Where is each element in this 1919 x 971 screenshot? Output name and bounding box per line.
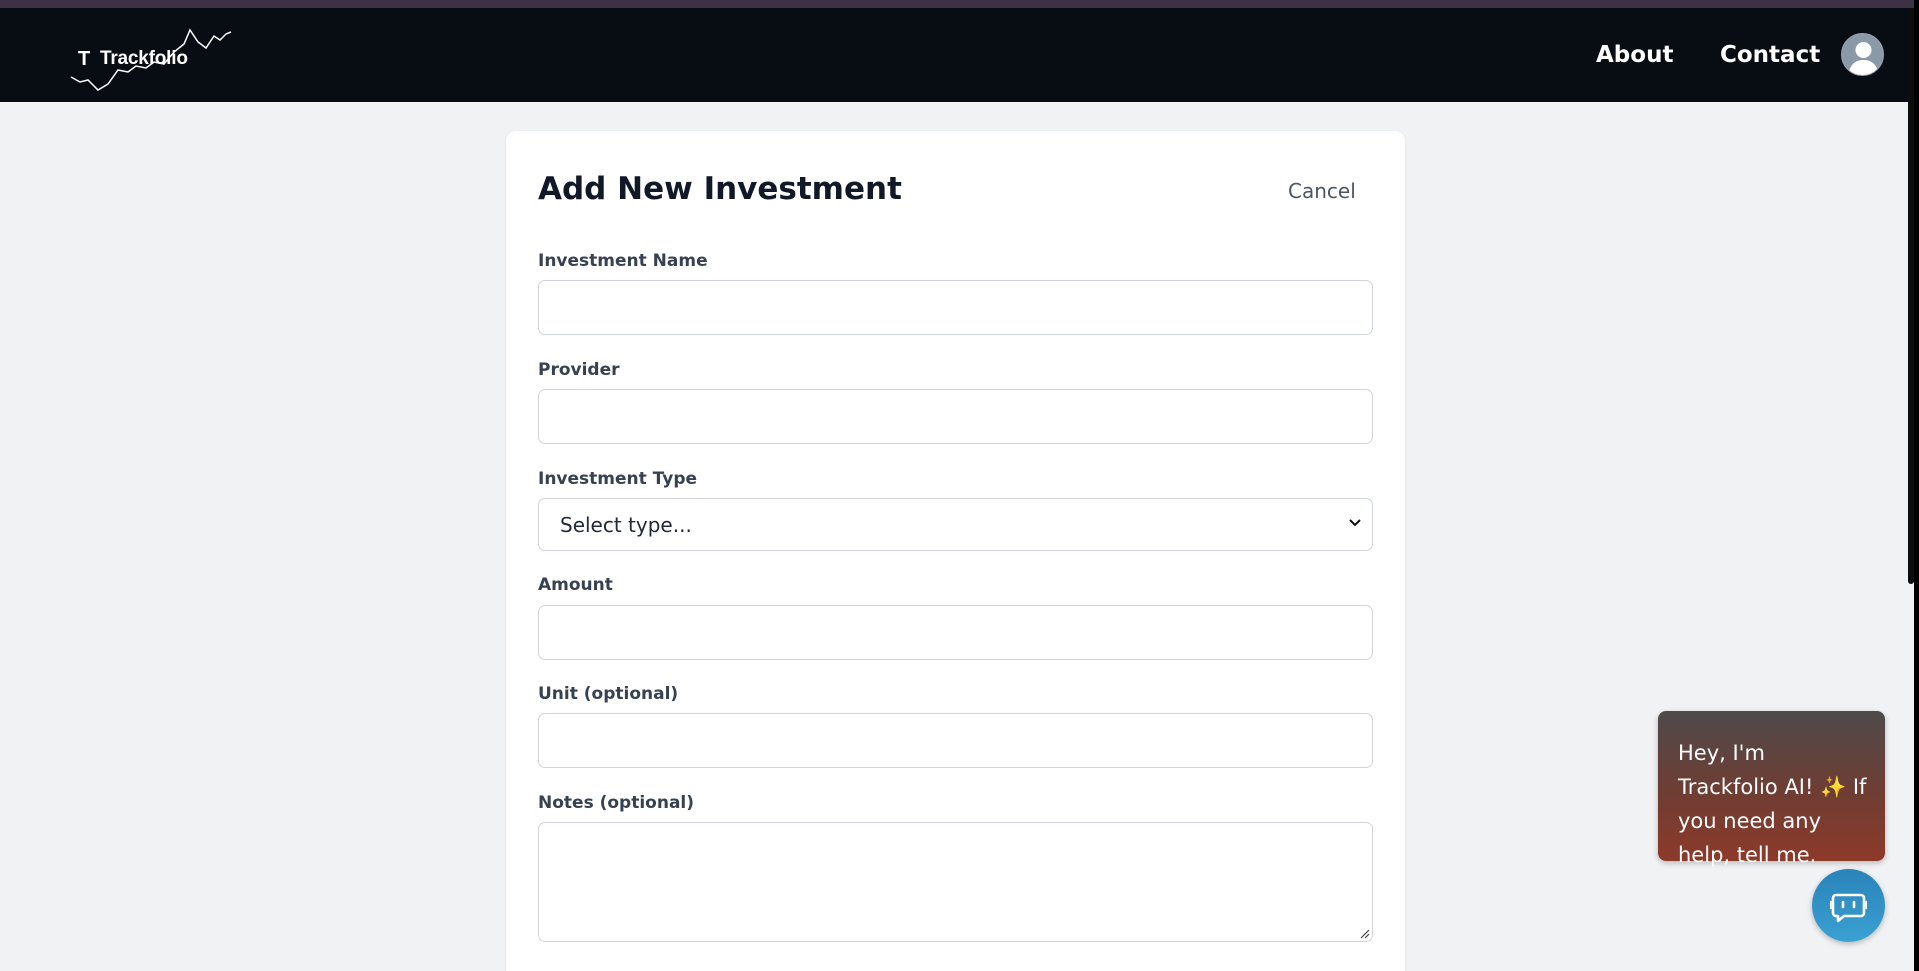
resize-grip-icon[interactable] xyxy=(1358,927,1370,939)
logo-mark: T xyxy=(78,48,91,70)
investment-name-input[interactable] xyxy=(538,280,1373,335)
investment-type-label: Investment Type xyxy=(538,469,698,489)
cancel-button[interactable]: Cancel xyxy=(1288,179,1356,203)
logo-text: Trackfolio xyxy=(100,48,188,69)
notes-textarea[interactable] xyxy=(538,822,1373,942)
user-avatar[interactable] xyxy=(1841,33,1884,76)
investment-name-label: Investment Name xyxy=(538,251,708,271)
robot-chat-icon xyxy=(1830,893,1867,923)
browser-top-strip xyxy=(0,0,1914,8)
amount-label: Amount xyxy=(538,575,613,595)
assistant-greeting-bubble: Hey, I'm Trackfolio AI! ✨ If you need an… xyxy=(1658,711,1885,867)
investment-type-select[interactable]: Select type... xyxy=(538,498,1373,551)
nav-contact-link[interactable]: Contact xyxy=(1720,42,1820,68)
assistant-chat-button[interactable] xyxy=(1812,869,1885,942)
nav-about-link[interactable]: About xyxy=(1596,42,1673,68)
trackfolio-logo[interactable]: T Trackfolio xyxy=(68,22,234,92)
unit-input[interactable] xyxy=(538,713,1373,768)
chevron-down-icon xyxy=(1349,519,1361,527)
add-investment-card: Add New Investment Cancel Investment Nam… xyxy=(506,131,1405,971)
unit-label: Unit (optional) xyxy=(538,684,679,704)
app-viewport: T Trackfolio About Contact Add New Inves… xyxy=(0,0,1914,971)
user-avatar-icon xyxy=(1848,42,1879,75)
navbar: T Trackfolio About Contact xyxy=(0,8,1914,102)
provider-label: Provider xyxy=(538,360,620,380)
window-frame-edge xyxy=(1914,0,1919,971)
provider-input[interactable] xyxy=(538,389,1373,444)
investment-type-value: Select type... xyxy=(560,513,692,537)
notes-label: Notes (optional) xyxy=(538,793,695,813)
page-title: Add New Investment xyxy=(538,171,902,207)
amount-input[interactable] xyxy=(538,605,1373,660)
